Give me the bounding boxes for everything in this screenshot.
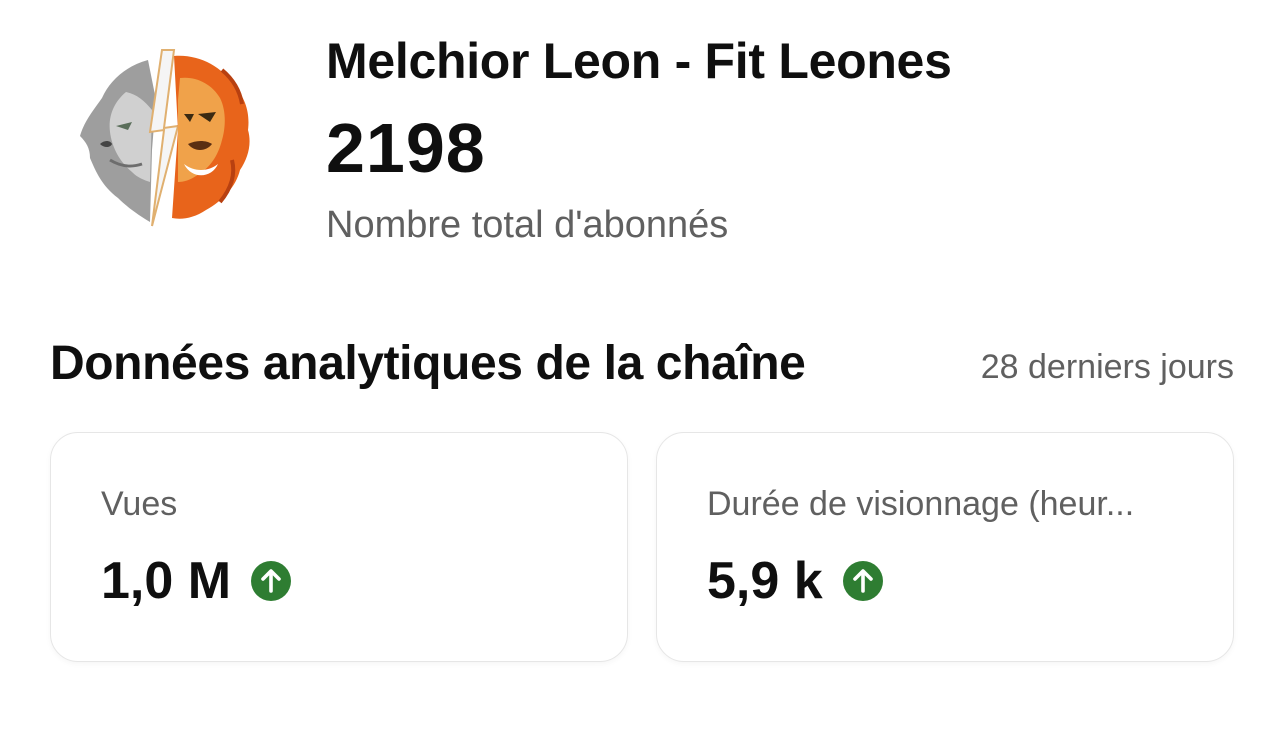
channel-analytics-screen: Melchior Leon - Fit Leones 2198 Nombre t…	[0, 0, 1284, 734]
subscriber-count-label: Nombre total d'abonnés	[326, 204, 729, 246]
watch-time-label: Durée de visionnage (heur...	[707, 485, 1135, 523]
watch-time-card[interactable]: Durée de visionnage (heur... 5,9 k	[656, 432, 1234, 662]
lion-logo-avatar[interactable]	[66, 40, 262, 236]
watch-time-metric-row: 5,9 k	[707, 551, 883, 611]
arrow-up-circle-icon	[842, 561, 883, 601]
arrow-up-circle-icon	[251, 561, 292, 601]
subscriber-count: 2198	[326, 109, 486, 187]
views-value: 1,0 M	[101, 552, 232, 610]
channel-header: Melchior Leon - Fit Leones 2198 Nombre t…	[0, 0, 1284, 270]
channel-name: Melchior Leon - Fit Leones	[326, 33, 952, 89]
channel-analytics-title: Données analytiques de la chaîne	[50, 337, 806, 390]
watch-time-value: 5,9 k	[707, 552, 823, 610]
views-label: Vues	[101, 485, 178, 523]
period-label: 28 derniers jours	[980, 348, 1234, 386]
views-card[interactable]: Vues 1,0 M	[50, 432, 628, 662]
views-metric-row: 1,0 M	[101, 551, 292, 611]
